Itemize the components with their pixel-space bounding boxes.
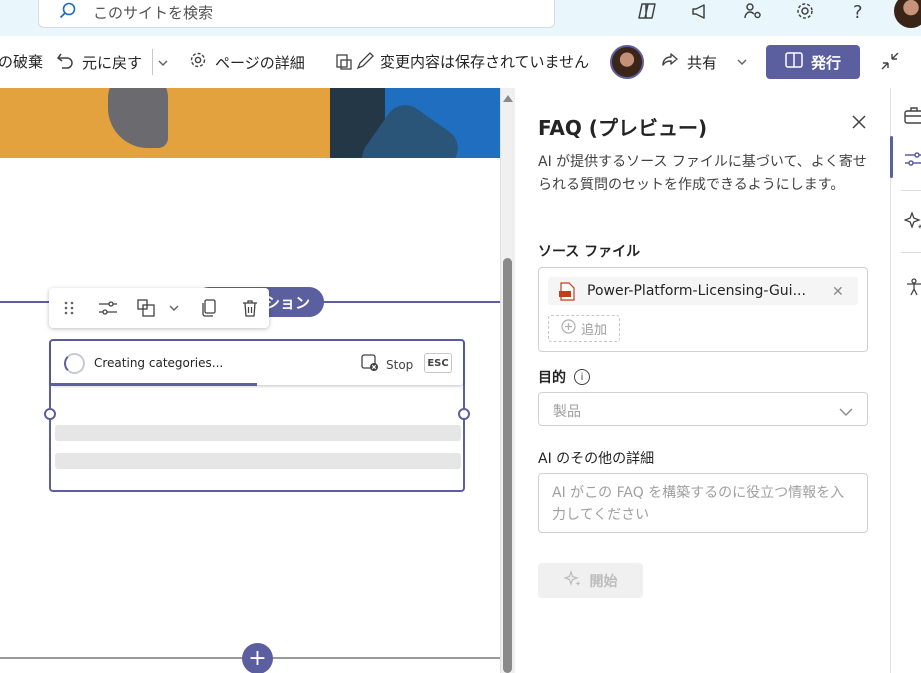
faq-webpart[interactable]: Creating categories... Stop ESC (49, 339, 465, 492)
webpart-toolbar (49, 288, 269, 328)
scrollbar-thumb[interactable] (503, 258, 512, 673)
panel-description: AI が提供するソース ファイルに基づいて、よく寄せられる質問のセットを作成でき… (538, 154, 867, 193)
delete-icon[interactable] (239, 298, 261, 318)
undo-button[interactable]: 元に戻す (56, 51, 142, 73)
right-rail (890, 88, 921, 673)
share-icon (661, 51, 679, 73)
start-label: 開始 (589, 573, 618, 590)
start-button[interactable]: 開始 (538, 563, 643, 598)
add-label: 追加 (580, 323, 607, 338)
close-icon[interactable] (851, 114, 869, 132)
status-text: Creating categories... (94, 356, 224, 370)
gear-icon[interactable] (792, 0, 818, 22)
add-file-button[interactable]: 追加 (548, 315, 620, 342)
publish-label: 発行 (810, 53, 841, 72)
book-icon (785, 52, 803, 72)
edit-mode-button[interactable] (336, 51, 376, 75)
chevron-down-icon (737, 53, 747, 71)
share-label: 共有 (687, 53, 718, 72)
properties-icon[interactable] (903, 148, 921, 170)
people-settings-icon[interactable] (740, 0, 766, 22)
svg-text:?: ? (853, 2, 863, 21)
rail-active-indicator (890, 136, 893, 178)
plus-icon: + (248, 646, 267, 671)
undo-dropdown[interactable] (158, 54, 168, 72)
publish-button[interactable]: 発行 (766, 45, 860, 79)
toolbox-icon[interactable] (903, 104, 921, 126)
properties-icon[interactable] (97, 298, 119, 318)
megaphone-icon[interactable] (687, 0, 713, 22)
add-section-button[interactable]: + (242, 643, 273, 673)
page-canvas: ション Creating categories... Stop ESC + (0, 88, 500, 673)
property-pane: FAQ (プレビュー) AI が提供するソース ファイルに基づいて、よく寄せられ… (516, 88, 890, 673)
user-avatar[interactable] (894, 0, 921, 28)
panel-title: FAQ (プレビュー) (538, 116, 708, 140)
source-file-label: ソース ファイル (538, 244, 641, 260)
chevron-down-icon (158, 54, 168, 72)
pdf-file-icon (558, 282, 576, 305)
stop-icon (361, 354, 379, 375)
hero-image (0, 88, 500, 158)
unsaved-status: 変更内容は保存されていません (380, 53, 590, 71)
search-placeholder: このサイトを検索 (93, 4, 214, 22)
gear-icon (189, 51, 207, 73)
share-button[interactable]: 共有 (661, 51, 747, 73)
pencil-icon (336, 51, 376, 75)
resize-handle-right[interactable] (458, 408, 470, 420)
ai-details-label: AI のその他の詳細 (538, 451, 655, 467)
search-icon (59, 2, 77, 24)
info-icon[interactable]: i (574, 369, 590, 385)
purpose-selected-value: 製品 (553, 404, 581, 420)
skeleton-line (55, 453, 461, 469)
add-circle-icon (561, 319, 576, 338)
undo-label: 元に戻す (82, 53, 143, 72)
stop-button[interactable]: Stop (361, 354, 413, 375)
loading-spinner-icon (64, 353, 85, 374)
generation-status-bar: Creating categories... Stop ESC (51, 341, 463, 385)
discard-button[interactable]: の破棄 (0, 51, 43, 72)
purpose-label: 目的 (538, 370, 566, 386)
progress-bar (51, 383, 257, 386)
site-search-box[interactable]: このサイトを検索 (38, 0, 555, 28)
source-file-box: Power-Platform-Licensing-Gui... ✕ 追加 (538, 267, 868, 352)
divider (152, 49, 153, 75)
top-bar: このサイトを検索 ? (0, 0, 921, 36)
skeleton-line (55, 425, 461, 441)
chevron-down-icon (839, 403, 853, 422)
ai-details-input[interactable]: AI がこの FAQ を構築するのに役立つ情報を入力してください (538, 473, 868, 533)
chevron-down-icon[interactable] (163, 298, 185, 318)
help-icon[interactable]: ? (845, 0, 871, 22)
co-author-avatar[interactable] (610, 45, 644, 79)
sparkle-icon (562, 569, 582, 592)
page-details-button[interactable]: ページの詳細 (189, 51, 305, 73)
purpose-dropdown[interactable]: 製品 (538, 392, 868, 426)
esc-key-hint: ESC (424, 353, 452, 373)
stop-label: Stop (386, 357, 414, 372)
copilot-icon[interactable] (634, 0, 660, 22)
collapse-icon[interactable] (880, 51, 900, 71)
discard-label: の破棄 (0, 53, 44, 71)
scroll-up-arrow[interactable] (503, 95, 513, 102)
layout-icon[interactable] (137, 298, 159, 318)
duplicate-icon[interactable] (198, 298, 220, 318)
page-details-label: ページの詳細 (215, 53, 305, 72)
source-file-name: Power-Platform-Licensing-Gui... (587, 283, 806, 299)
undo-icon (56, 51, 74, 73)
accessibility-icon[interactable] (903, 276, 921, 298)
remove-file-icon[interactable]: ✕ (832, 284, 844, 300)
drag-handle-icon[interactable] (58, 298, 80, 318)
sparkle-icon[interactable] (903, 210, 921, 232)
resize-handle-left[interactable] (44, 408, 56, 420)
source-file-chip[interactable]: Power-Platform-Licensing-Gui... ✕ (548, 277, 858, 305)
